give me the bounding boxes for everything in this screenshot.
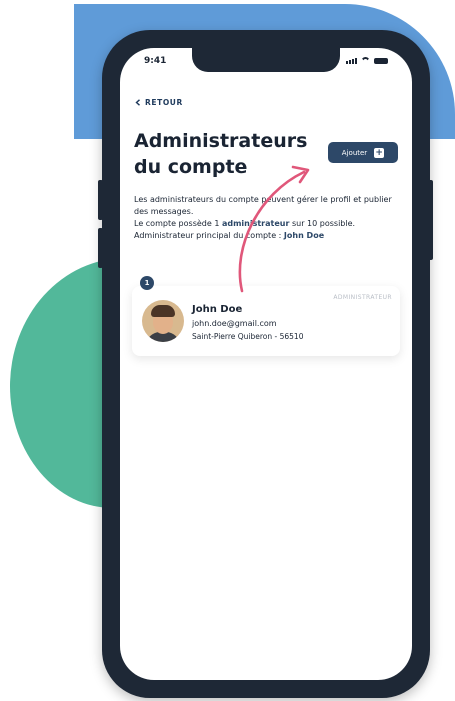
phone-screen: 9:41 RETOUR Administrateurs du compte Aj… [120, 48, 412, 680]
phone-side-button-right [428, 180, 433, 260]
phone-side-button-left [98, 180, 103, 220]
phone-side-button-left-2 [98, 228, 103, 268]
annotation-arrow-icon [238, 165, 310, 293]
